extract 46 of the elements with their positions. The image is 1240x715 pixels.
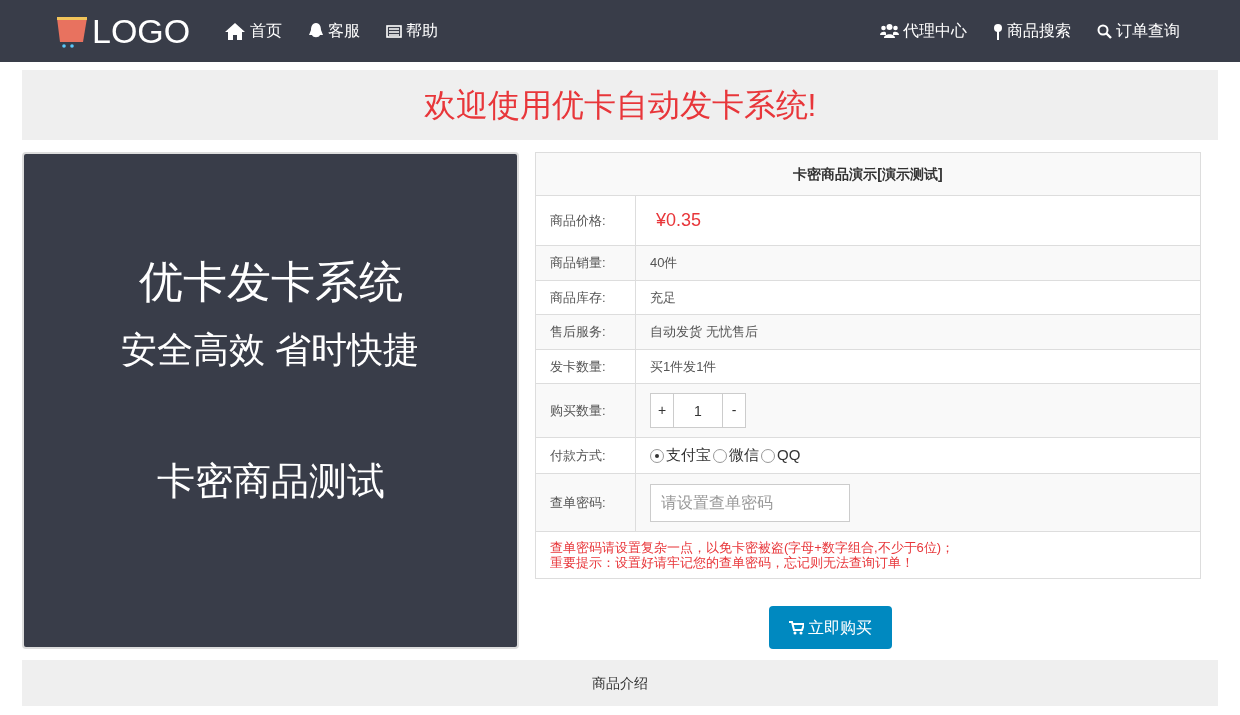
welcome-title: 欢迎使用优卡自动发卡系统! — [423, 86, 817, 125]
search-icon — [1097, 23, 1112, 39]
radio-button[interactable] — [650, 448, 664, 463]
card-icon — [386, 24, 403, 38]
field-label: 发卡数量: — [536, 349, 636, 383]
cart-icon — [788, 620, 804, 635]
field-label: 查单密码: — [536, 474, 636, 531]
password-field[interactable]: 请设置查单密码 — [650, 483, 850, 522]
radio-button[interactable] — [761, 448, 775, 463]
nav-link[interactable]: 客服 — [308, 19, 361, 43]
nav-link[interactable]: 代理中心 — [880, 19, 967, 43]
payment-option[interactable]: 微信 — [713, 444, 759, 467]
home-icon — [224, 22, 247, 40]
field-value: 自动发货 无忧售后 — [650, 323, 758, 341]
image-caption: 卡密商品测试 — [156, 459, 385, 504]
field-label: 购买数量: — [536, 384, 636, 437]
field-value: 40件 — [650, 254, 678, 272]
nav-link[interactable]: 帮助 — [386, 19, 439, 43]
plus-button[interactable]: + — [650, 393, 674, 428]
field-value: 充足 — [650, 288, 676, 307]
users-icon — [880, 23, 899, 39]
cart-logo-icon — [56, 14, 88, 48]
product-title: 卡密商品演示[演示测试] — [536, 153, 1200, 196]
warning-note: 重要提示：设置好请牢记您的查单密码，忘记则无法查询订单！ — [550, 555, 915, 570]
payment-option[interactable]: QQ — [761, 444, 801, 467]
nav-link[interactable]: 首页 — [224, 19, 283, 43]
field-label: 商品库存: — [536, 280, 636, 314]
warning-note: 查单密码请设置复杂一点，以免卡密被盗(字母+数字组合,不少于6位)； — [550, 540, 956, 555]
image-caption: 安全高效 省时快捷 — [121, 328, 420, 372]
nav-link[interactable]: 商品搜索 — [993, 19, 1071, 43]
buy-now-button[interactable]: 立即购买 — [768, 606, 892, 649]
image-caption: 优卡发卡系统 — [138, 256, 403, 308]
price-value: ¥0.35 — [655, 209, 702, 232]
logo-text: LOGO — [92, 14, 191, 48]
field-label: 售后服务: — [536, 315, 636, 349]
field-label: 商品价格: — [536, 196, 636, 245]
payment-option[interactable]: 支付宝 — [650, 444, 711, 467]
intro-heading: 商品介绍 — [592, 673, 648, 693]
pin-icon — [993, 22, 1003, 40]
field-value: 买1件发1件 — [650, 357, 717, 376]
radio-button[interactable] — [713, 448, 727, 463]
field-label: 付款方式: — [536, 438, 636, 473]
nav-link[interactable]: 订单查询 — [1097, 19, 1180, 43]
minus-button[interactable]: - — [722, 393, 746, 428]
quantity-field[interactable]: 1 — [674, 393, 722, 428]
field-label: 商品销量: — [536, 246, 636, 280]
